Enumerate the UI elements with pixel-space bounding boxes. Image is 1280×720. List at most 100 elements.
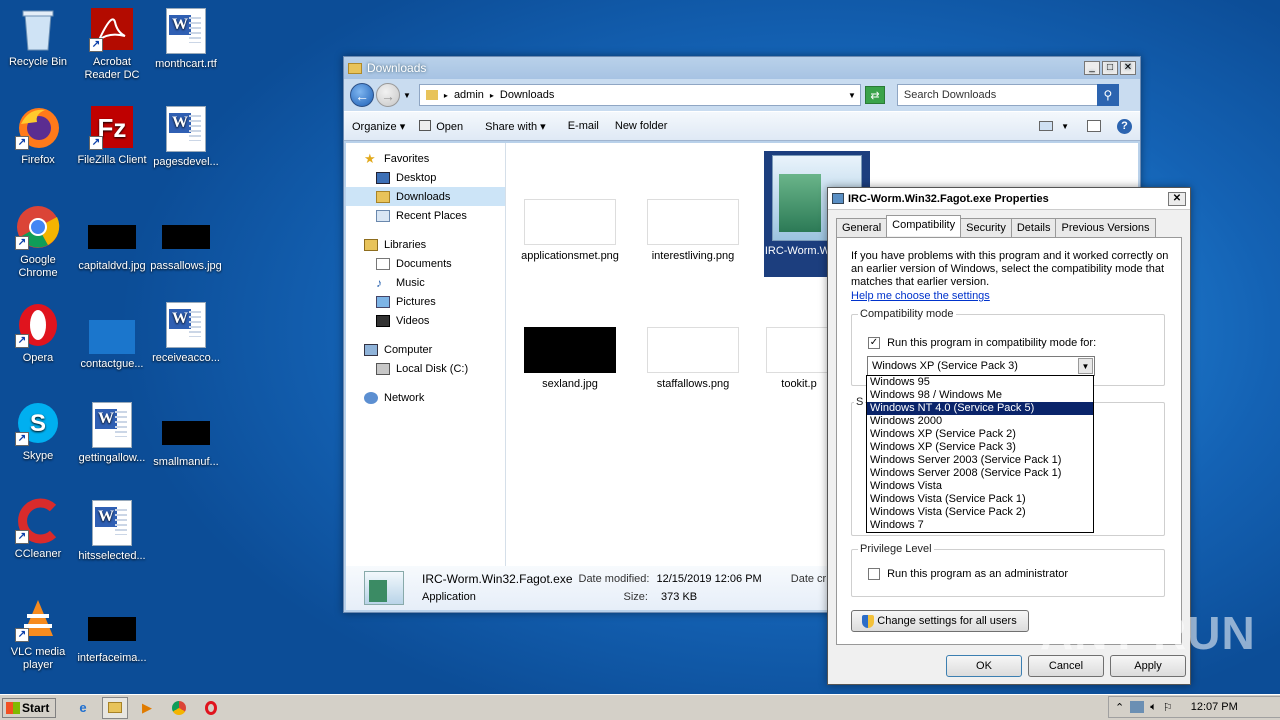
breadcrumb-downloads[interactable]: Downloads xyxy=(500,89,554,101)
clock[interactable]: 12:07 PM xyxy=(1191,701,1238,713)
option-windows-vista-sp1[interactable]: Windows Vista (Service Pack 1) xyxy=(867,493,1093,506)
nav-network[interactable]: Network xyxy=(346,388,505,407)
star-icon: ★ xyxy=(364,150,376,166)
organize-button[interactable]: Organize ▾ xyxy=(352,120,405,133)
chevron-up-icon[interactable]: ⌃ xyxy=(1115,701,1124,714)
desktop-icon-capitaldvd[interactable]: capitaldvd.jpg xyxy=(74,214,150,273)
option-windows-xp-sp2[interactable]: Windows XP (Service Pack 2) xyxy=(867,428,1093,441)
dialog-titlebar[interactable]: IRC-Worm.Win32.Fagot.exe Properties ✕ xyxy=(828,188,1190,210)
new-folder-button[interactable]: New folder xyxy=(615,120,668,132)
desktop-icon-acrobat[interactable]: ↗ Acrobat Reader DC xyxy=(74,6,150,82)
option-windows-server-2003-sp1[interactable]: Windows Server 2003 (Service Pack 1) xyxy=(867,454,1093,467)
nav-libraries[interactable]: Libraries xyxy=(346,235,505,254)
explorer-taskbar-icon[interactable] xyxy=(102,696,128,719)
search-icon[interactable]: ⚲ xyxy=(1096,84,1119,106)
maximize-button[interactable]: □ xyxy=(1102,61,1118,75)
share-with-button[interactable]: Share with ▾ xyxy=(485,120,546,133)
back-button[interactable]: ← xyxy=(350,83,374,107)
file-item[interactable]: applicationsmet.png xyxy=(520,199,620,263)
chevron-down-icon[interactable]: ▼ xyxy=(848,91,856,100)
desktop-icon-opera[interactable]: ↗ Opera xyxy=(0,302,76,365)
explorer-titlebar[interactable]: Downloads _ □ ✕ xyxy=(344,57,1140,79)
option-windows-95[interactable]: Windows 95 xyxy=(867,376,1093,389)
nav-documents[interactable]: Documents xyxy=(346,254,505,273)
action-center-flag-icon[interactable]: ⚐ xyxy=(1163,701,1173,714)
desktop-icon-ccleaner[interactable]: ↗ CCleaner xyxy=(0,498,76,561)
close-button[interactable]: ✕ xyxy=(1120,61,1136,75)
option-windows-xp-sp3[interactable]: Windows XP (Service Pack 3) xyxy=(867,441,1093,454)
option-windows-2000[interactable]: Windows 2000 xyxy=(867,415,1093,428)
view-options-icon[interactable] xyxy=(1039,121,1054,131)
help-link[interactable]: Help me choose the settings xyxy=(851,290,990,302)
desktop-icon-gettingallow[interactable]: W gettingallow... xyxy=(74,402,150,465)
help-icon[interactable]: ? xyxy=(1117,118,1132,134)
file-item[interactable]: interestliving.png xyxy=(643,199,743,263)
volume-icon[interactable]: 🔈︎ xyxy=(1150,701,1157,714)
nav-favorites[interactable]: ★ Favorites xyxy=(346,149,505,168)
tab-security[interactable]: Security xyxy=(960,218,1012,239)
tab-details[interactable]: Details xyxy=(1010,218,1057,239)
start-button[interactable]: Start xyxy=(2,697,56,718)
email-button[interactable]: E-mail xyxy=(568,120,599,132)
close-button[interactable]: ✕ xyxy=(1168,191,1186,206)
file-item[interactable]: tookit.p xyxy=(764,327,834,391)
desktop-icon-monthcart[interactable]: W monthcart.rtf xyxy=(148,8,224,71)
compat-mode-checkbox[interactable]: ✓ Run this program in compatibility mode… xyxy=(868,337,1096,350)
chevron-down-icon[interactable]: ▼ xyxy=(1061,122,1069,131)
media-player-icon[interactable]: ▶ xyxy=(134,697,160,719)
open-button[interactable]: Open xyxy=(419,119,463,133)
image-thumbnail xyxy=(88,617,136,641)
option-windows-98-me[interactable]: Windows 98 / Windows Me xyxy=(867,389,1093,402)
desktop-icon-interfaceima[interactable]: interfaceima... xyxy=(74,606,150,665)
nav-desktop[interactable]: Desktop xyxy=(346,168,505,187)
option-windows-7[interactable]: Windows 7 xyxy=(867,519,1093,532)
desktop-icon-contactgue[interactable]: contactgue... xyxy=(74,312,150,371)
nav-local-disk[interactable]: Local Disk (C:) xyxy=(346,359,505,378)
chevron-down-icon[interactable]: ▼ xyxy=(403,91,411,100)
desktop-icon-passallows[interactable]: passallows.jpg xyxy=(148,214,224,273)
compat-mode-options-list[interactable]: Windows 95 Windows 98 / Windows Me Windo… xyxy=(866,375,1094,533)
tab-general[interactable]: General xyxy=(836,218,888,239)
desktop-icon-receiveacco[interactable]: W receiveacco... xyxy=(148,302,224,365)
forward-button[interactable]: → xyxy=(376,83,400,107)
opera-taskbar-icon[interactable] xyxy=(198,697,224,719)
nav-recent-places[interactable]: Recent Places xyxy=(346,206,505,225)
desktop-icon-skype[interactable]: S ↗ Skype xyxy=(0,400,76,463)
nav-videos[interactable]: Videos xyxy=(346,311,505,330)
minimize-button[interactable]: _ xyxy=(1084,61,1100,75)
preview-pane-icon[interactable] xyxy=(1087,120,1101,132)
desktop-icon-vlc[interactable]: ↗ VLC media player xyxy=(0,596,76,672)
tab-previous-versions[interactable]: Previous Versions xyxy=(1055,218,1156,239)
ok-button[interactable]: OK xyxy=(946,655,1022,677)
file-item[interactable]: staffallows.png xyxy=(643,327,743,391)
watermark-logo: ANY RUN xyxy=(1040,607,1256,659)
desktop-icon-recycle-bin[interactable]: Recycle Bin xyxy=(0,6,76,69)
nav-pictures[interactable]: Pictures xyxy=(346,292,505,311)
desktop-icon-pagesdevel[interactable]: W pagesdevel... xyxy=(148,106,224,169)
network-tray-icon[interactable] xyxy=(1130,701,1145,713)
desktop-icon-filezilla[interactable]: Fz ↗ FileZilla Client xyxy=(74,104,150,167)
option-windows-vista[interactable]: Windows Vista xyxy=(867,480,1093,493)
desktop-icon-hitsselected[interactable]: W hitsselected... xyxy=(74,500,150,563)
option-windows-nt4-sp5[interactable]: Windows NT 4.0 (Service Pack 5) xyxy=(867,402,1093,415)
chrome-taskbar-icon[interactable] xyxy=(166,697,192,719)
change-settings-all-users-button[interactable]: Change settings for all users xyxy=(851,610,1029,632)
chevron-down-icon[interactable]: ▼ xyxy=(1078,358,1093,374)
compat-mode-select[interactable]: Windows XP (Service Pack 3) ▼ xyxy=(867,356,1095,376)
file-item[interactable]: sexland.jpg xyxy=(520,327,620,391)
refresh-icon[interactable]: ⇄ xyxy=(864,86,885,104)
search-input[interactable]: Search Downloads ⚲ xyxy=(896,84,1119,106)
option-windows-server-2008-sp1[interactable]: Windows Server 2008 (Service Pack 1) xyxy=(867,467,1093,480)
nav-music[interactable]: ♪ Music xyxy=(346,273,505,292)
breadcrumb-admin[interactable]: admin xyxy=(454,89,484,101)
address-bar[interactable]: ▸ admin ▸ Downloads ▼ xyxy=(418,84,861,106)
nav-downloads[interactable]: Downloads xyxy=(346,187,505,206)
run-as-admin-checkbox[interactable]: Run this program as an administrator xyxy=(868,568,1068,581)
desktop-icon-firefox[interactable]: ↗ Firefox xyxy=(0,104,76,167)
desktop-icon-chrome[interactable]: ↗ Google Chrome xyxy=(0,204,76,280)
nav-computer[interactable]: Computer xyxy=(346,340,505,359)
tab-compatibility[interactable]: Compatibility xyxy=(886,215,962,236)
desktop-icon-smallmanuf[interactable]: smallmanuf... xyxy=(148,410,224,469)
ie-icon[interactable]: e xyxy=(70,697,96,719)
option-windows-vista-sp2[interactable]: Windows Vista (Service Pack 2) xyxy=(867,506,1093,519)
